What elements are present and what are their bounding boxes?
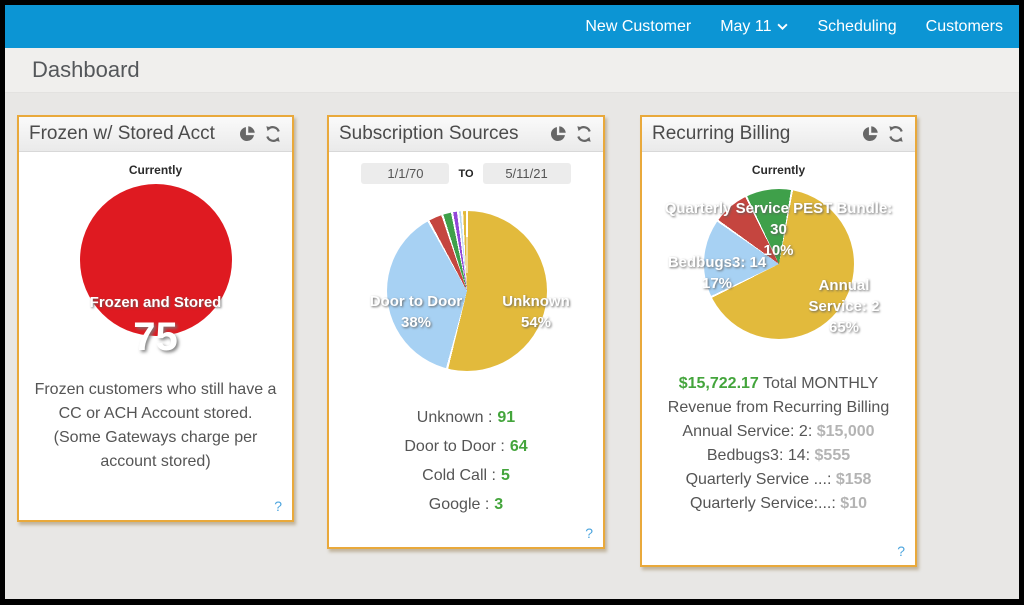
nav-date-menu-label: May 11 (720, 17, 772, 35)
sources-chart-area: Door to Door 38% Unknown 54% (341, 211, 591, 379)
billing-pie[interactable] (703, 189, 854, 339)
nav-scheduling[interactable]: Scheduling (817, 18, 896, 36)
legend-label: Cold Call : (422, 467, 496, 484)
dashboard-main: Frozen w/ Stored Acct Currently Frozen a… (5, 93, 1019, 599)
billing-item: Quarterly Service ...: $158 (642, 468, 915, 492)
pie-chart-icon[interactable] (549, 125, 567, 143)
billing-item-label: Quarterly Service ...: (685, 471, 832, 488)
billing-item-value: $15,000 (816, 423, 875, 440)
card-frozen-subtitle: Currently (128, 163, 183, 177)
card-sources-header: Subscription Sources (329, 117, 603, 152)
billing-item: Quarterly Service:...: $10 (642, 492, 915, 516)
total-line: $15,722.17 Total MONTHLY (642, 372, 915, 396)
card-frozen-header: Frozen w/ Stored Acct (19, 117, 292, 152)
billing-item-value: $158 (835, 471, 872, 488)
nav-customers-label: Customers (925, 17, 1003, 35)
frozen-slice-value: 75 (133, 315, 178, 359)
card-subscription-sources: Subscription Sources 1/1/70 TO 5/11/21 D… (327, 115, 605, 549)
legend-row: Unknown : 91 (329, 403, 603, 432)
legend-value: 64 (509, 438, 528, 455)
billing-item-label: Annual Service: 2: (682, 423, 813, 440)
billing-item-value: $10 (840, 495, 867, 512)
date-from-field[interactable]: 1/1/70 (361, 163, 450, 184)
legend-label: Unknown : (416, 409, 493, 426)
legend-row: Door to Door : 64 (329, 432, 603, 461)
legend-label: Google : (428, 496, 490, 513)
card-sources-title: Subscription Sources (339, 123, 519, 144)
pie-chart-icon[interactable] (238, 125, 256, 143)
help-link[interactable]: ? (585, 525, 593, 541)
legend-value: 91 (497, 409, 516, 426)
sources-legend: Unknown : 91 Door to Door : 64 Cold Call… (329, 403, 603, 519)
date-to-field[interactable]: 5/11/21 (482, 163, 571, 184)
refresh-icon[interactable] (887, 125, 905, 143)
refresh-icon[interactable] (264, 125, 282, 143)
card-billing-title: Recurring Billing (652, 123, 791, 144)
card-recurring-billing: Recurring Billing Currently Quarterly Se… (640, 115, 917, 567)
help-link[interactable]: ? (897, 543, 905, 559)
billing-item-label: Bedbugs3: 14: (706, 447, 811, 464)
app-page: New Customer May 11 Scheduling Customers… (5, 5, 1019, 599)
legend-value: 5 (500, 467, 510, 484)
total-line2: Revenue from Recurring Billing (667, 399, 890, 416)
billing-item: Bedbugs3: 14: $555 (642, 444, 915, 468)
legend-row: Google : 3 (329, 490, 603, 519)
date-range: 1/1/70 TO 5/11/21 (329, 163, 603, 184)
page-title: Dashboard (32, 57, 140, 82)
nav-new-customer-label: New Customer (585, 17, 692, 35)
total-monthly-value: $15,722.17 (678, 375, 759, 392)
legend-label: Door to Door : (404, 438, 505, 455)
page-title-bar: Dashboard (5, 48, 1019, 93)
legend-row: Cold Call : 5 (329, 461, 603, 490)
card-billing-header: Recurring Billing (642, 117, 915, 152)
card-frozen-stored: Frozen w/ Stored Acct Currently Frozen a… (17, 115, 294, 522)
sources-pie[interactable] (387, 211, 547, 371)
refresh-icon[interactable] (575, 125, 593, 143)
billing-chart-area: Quarterly Service PEST Bundle: 30 10% Be… (642, 189, 915, 352)
legend-value: 3 (494, 496, 504, 513)
nav-scheduling-label: Scheduling (817, 17, 897, 35)
card-frozen-title: Frozen w/ Stored Acct (29, 123, 215, 144)
billing-item-value: $555 (814, 447, 851, 464)
billing-item: Annual Service: 2: $15,000 (642, 420, 915, 444)
pie-chart-icon[interactable] (861, 125, 879, 143)
frozen-chart-area: Frozen and Stored 75 (19, 184, 292, 364)
nav-new-customer[interactable]: New Customer (585, 18, 691, 36)
billing-totals: $15,722.17 Total MONTHLY Revenue from Re… (642, 372, 915, 516)
billing-item-label: Quarterly Service:...: (690, 495, 836, 512)
top-nav: New Customer May 11 Scheduling Customers (5, 5, 1019, 48)
card-billing-subtitle: Currently (751, 163, 806, 177)
nav-date-menu[interactable]: May 11 (720, 17, 789, 36)
frozen-stored-pie[interactable] (79, 184, 232, 336)
frozen-description: Frozen customers who still have a CC or … (34, 381, 277, 470)
date-separator: TO (458, 167, 474, 180)
frozen-slice-label: Frozen and Stored (89, 294, 222, 311)
help-link[interactable]: ? (274, 498, 282, 514)
chevron-down-icon (777, 23, 789, 30)
total-monthly-suffix: Total MONTHLY (762, 375, 879, 392)
nav-customers[interactable]: Customers (926, 18, 1003, 36)
